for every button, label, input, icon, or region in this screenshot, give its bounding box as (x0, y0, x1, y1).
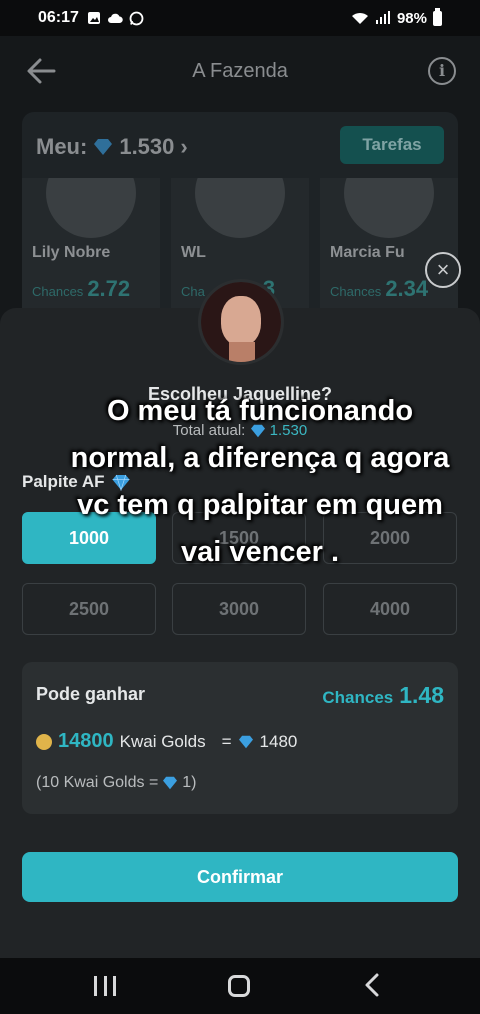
winnings-row: 14800 Kwai Golds = 1480 (36, 730, 297, 753)
recent-apps-icon[interactable] (94, 976, 116, 996)
back-arrow-icon[interactable] (24, 54, 58, 88)
candidate-name: WL (181, 244, 206, 261)
overlay-caption: O meu tá funcionando normal, a diferença… (70, 395, 450, 568)
kwai-gold-coin-icon (36, 733, 52, 750)
diamond-amount: 1480 (259, 731, 298, 751)
candidate-chances: Chances 2.34 (330, 276, 428, 302)
status-time: 06:17 (38, 9, 79, 26)
potential-winnings-panel: Pode ganhar Chances 1.48 14800 Kwai Gold… (22, 662, 458, 814)
home-icon[interactable] (228, 975, 250, 997)
system-nav-bar (0, 958, 480, 1014)
chances-label: Chances (322, 688, 394, 707)
winnings-label: Pode ganhar (36, 684, 146, 704)
status-bar: 06:17 98% (0, 0, 480, 36)
signal-icon (375, 11, 390, 24)
candidate-chances: Chances 2.72 (32, 276, 130, 302)
bet-option-3000[interactable]: 3000 (172, 583, 306, 635)
nav-back-icon[interactable] (362, 972, 382, 998)
close-icon[interactable]: × (425, 252, 461, 288)
tasks-button[interactable]: Tarefas (340, 126, 444, 164)
page-title: A Fazenda (192, 59, 288, 82)
chances-value: 1.48 (399, 682, 444, 708)
confirm-button[interactable]: Confirmar (22, 852, 458, 902)
chances-label: Chances (32, 284, 84, 299)
candidate-name: Lily Nobre (32, 244, 111, 261)
conversion-rate: (10 Kwai Golds = 1) (36, 774, 197, 792)
gold-unit: Kwai Golds (119, 731, 206, 751)
diamond-icon (163, 776, 178, 790)
gallery-icon (87, 12, 100, 24)
info-icon[interactable]: i (428, 57, 456, 85)
balance-label: Meu: (36, 134, 88, 159)
balance-display[interactable]: Meu: 1.530 › (36, 134, 188, 160)
app-header: A Fazenda i (0, 36, 480, 106)
status-notification-icons (87, 11, 144, 26)
equals-sign: = (221, 731, 232, 751)
chevron-right-icon: › (180, 134, 188, 159)
whatsapp-icon (129, 11, 144, 25)
battery-icon (433, 7, 442, 26)
diamond-icon (238, 735, 253, 748)
battery-percent: 98% (396, 9, 427, 27)
rate-prefix: (10 Kwai Golds = (36, 774, 159, 791)
chances-value: 2.34 (385, 276, 429, 301)
candidate-photo (195, 178, 285, 238)
chances-value: 2.72 (87, 276, 131, 301)
gold-amount: 14800 (58, 730, 114, 752)
contestant-avatar (198, 279, 284, 365)
rate-value: 1) (182, 774, 197, 791)
wifi-icon (351, 12, 368, 24)
bet-option-2500[interactable]: 2500 (22, 583, 156, 635)
cloud-icon (107, 13, 123, 23)
status-right: 98% (351, 7, 442, 27)
candidate-photo (344, 178, 434, 238)
candidate-photo (46, 178, 136, 238)
chances-label: Chances (330, 284, 382, 299)
diamond-icon (94, 139, 113, 155)
balance-value: 1.530 (119, 134, 175, 159)
bet-option-4000[interactable]: 4000 (323, 583, 457, 635)
candidate-name: Marcia Fu (330, 244, 405, 261)
winnings-chances: Chances 1.48 (322, 682, 444, 709)
